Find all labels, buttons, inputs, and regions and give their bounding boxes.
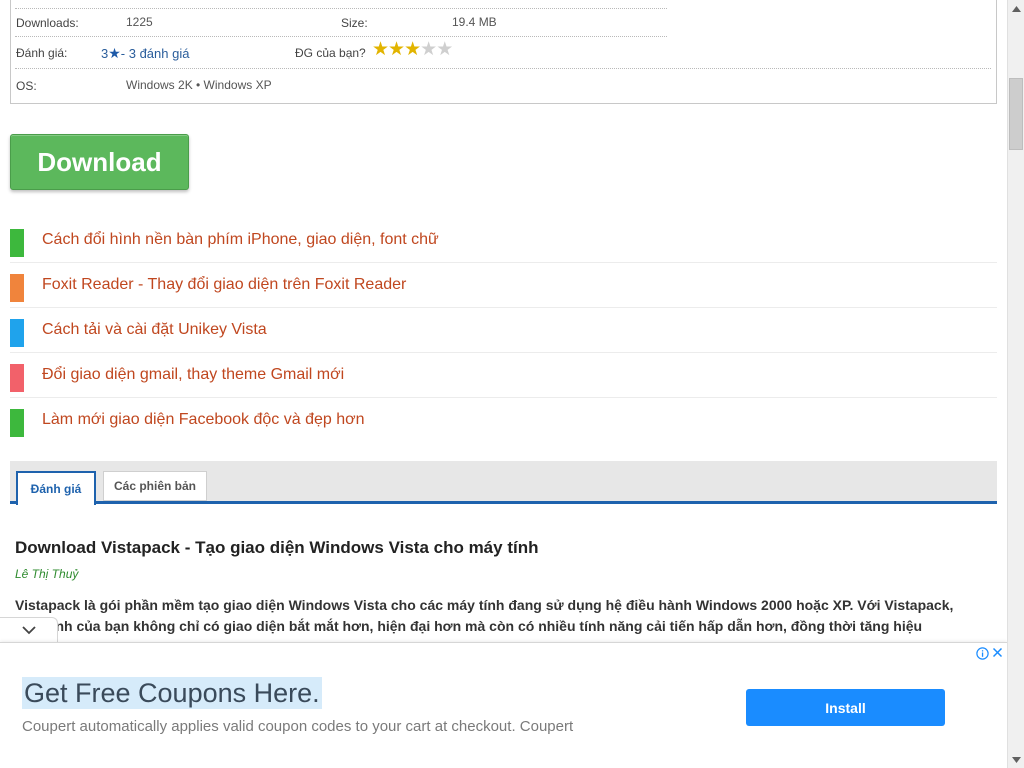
- related-articles-list: Cách đổi hình nền bàn phím iPhone, giao …: [10, 218, 997, 443]
- size-value: 19.4 MB: [452, 15, 497, 29]
- chevron-down-icon: [21, 625, 36, 634]
- rating-count-text: - 3 đánh giá: [120, 46, 190, 61]
- color-bar: [10, 229, 24, 257]
- related-item: Foxit Reader - Thay đổi giao diện trên F…: [10, 263, 997, 308]
- rating-summary-link[interactable]: 3★- 3 đánh giá: [101, 45, 189, 62]
- scroll-up-button[interactable]: [1008, 0, 1024, 17]
- color-bar: [10, 274, 24, 302]
- scrollbar-thumb[interactable]: [1009, 78, 1023, 150]
- star-icon[interactable]: ★: [404, 39, 421, 60]
- ad-collapse-button[interactable]: [0, 617, 58, 642]
- os-value: Windows 2K • Windows XP: [126, 78, 272, 92]
- user-rating-stars[interactable]: ★★★★★: [372, 39, 453, 60]
- related-link[interactable]: Cách tải và cài đặt Unikey Vista: [42, 321, 267, 339]
- scroll-down-button[interactable]: [1008, 751, 1024, 768]
- download-button[interactable]: Download: [10, 134, 189, 190]
- downloads-label: Downloads:: [16, 16, 79, 30]
- ad-title[interactable]: Get Free Coupons Here.: [22, 677, 322, 709]
- related-item: Cách tải và cài đặt Unikey Vista: [10, 308, 997, 353]
- ad-install-button[interactable]: Install: [746, 689, 945, 726]
- star-icon: ★: [108, 45, 121, 61]
- related-link[interactable]: Đổi giao diện gmail, thay theme Gmail mớ…: [42, 366, 344, 384]
- color-bar: [10, 364, 24, 392]
- size-label: Size:: [341, 16, 368, 30]
- star-icon[interactable]: ★: [420, 39, 437, 60]
- related-item: Làm mới giao diện Facebook độc và đẹp hơ…: [10, 398, 997, 443]
- downloads-value: 1225: [126, 15, 153, 29]
- info-divider: [15, 36, 667, 37]
- your-rating-label: ĐG của bạn?: [295, 46, 366, 60]
- info-divider: [15, 8, 667, 9]
- article-title: Download Vistapack - Tạo giao diện Windo…: [15, 538, 539, 557]
- page: Downloads: 1225 Size: 19.4 MB Đánh giá: …: [0, 0, 1007, 768]
- article-body: Vistapack là gói phần mềm tạo giao diện …: [15, 595, 995, 637]
- tab-rating[interactable]: Đánh giá: [16, 471, 96, 505]
- star-icon[interactable]: ★: [372, 39, 389, 60]
- vertical-scrollbar[interactable]: [1007, 0, 1024, 768]
- related-item: Cách đổi hình nền bàn phím iPhone, giao …: [10, 218, 997, 263]
- ad-info-icon[interactable]: [976, 647, 989, 660]
- star-icon[interactable]: ★: [388, 39, 405, 60]
- color-bar: [10, 409, 24, 437]
- article-body-line: máy tính của bạn không chỉ có giao diện …: [15, 618, 923, 634]
- scroll-up-icon: [1012, 5, 1021, 12]
- info-divider: [15, 68, 991, 69]
- star-icon[interactable]: ★: [436, 39, 453, 60]
- related-item: Đổi giao diện gmail, thay theme Gmail mớ…: [10, 353, 997, 398]
- tab-bar: Đánh giá Các phiên bản: [10, 461, 997, 505]
- related-link[interactable]: Cách đổi hình nền bàn phím iPhone, giao …: [42, 231, 439, 249]
- article-body-line: Vistapack là gói phần mềm tạo giao diện …: [15, 597, 954, 613]
- article-author[interactable]: Lê Thị Thuỷ: [15, 567, 78, 581]
- os-label: OS:: [16, 79, 37, 93]
- rating-label: Đánh giá:: [16, 46, 68, 60]
- scroll-down-icon: [1012, 756, 1021, 763]
- related-link[interactable]: Foxit Reader - Thay đổi giao diện trên F…: [42, 276, 406, 294]
- info-box: Downloads: 1225 Size: 19.4 MB Đánh giá: …: [10, 0, 997, 104]
- color-bar: [10, 319, 24, 347]
- tab-versions[interactable]: Các phiên bản: [103, 471, 207, 501]
- ad-description[interactable]: Coupert automatically applies valid coup…: [22, 718, 573, 735]
- ad-banner[interactable]: Get Free Coupons Here. Coupert automatic…: [0, 642, 1007, 768]
- related-link[interactable]: Làm mới giao diện Facebook độc và đẹp hơ…: [42, 411, 365, 429]
- ad-close-icon[interactable]: [991, 646, 1004, 659]
